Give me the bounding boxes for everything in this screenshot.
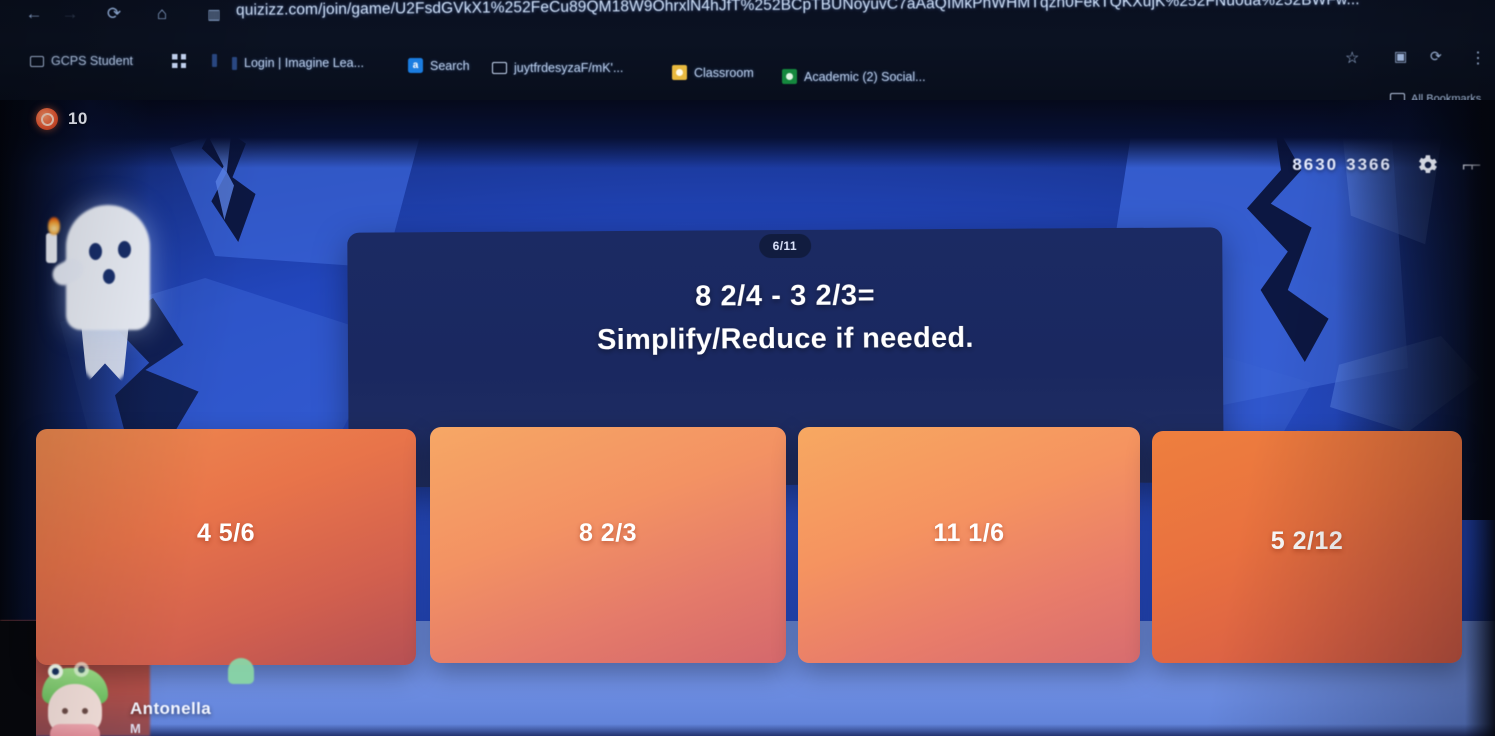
forward-icon[interactable]: → xyxy=(58,3,82,25)
address-bar-url[interactable]: quizizz.com/join/game/U2FsdGVkX1%252FeCu… xyxy=(236,0,1360,20)
answer-label: 4 5/6 xyxy=(196,518,256,547)
mini-ghost-icon xyxy=(228,658,254,684)
navigation-toolbar: ← → ⟳ ⌂ ▥ quizizz.com/join/game/U2FsdGVk… xyxy=(0,0,1495,34)
blue-square-icon xyxy=(232,56,237,70)
answer-label: 8 2/3 xyxy=(578,518,638,547)
player-name: Antonella xyxy=(130,699,212,718)
answer-label: 5 2/12 xyxy=(1270,526,1344,555)
reload-icon[interactable]: ⟳ xyxy=(102,3,126,25)
score-primary: 8630 xyxy=(1292,155,1339,174)
answer-option-2[interactable]: 8 2/3 xyxy=(430,427,786,663)
bookmark-label: GCPS Student xyxy=(51,54,133,68)
search-app-icon: a xyxy=(408,58,423,73)
bar-icon xyxy=(212,54,217,67)
streak-indicator: 10 xyxy=(36,108,88,130)
all-bookmarks-label: All Bookmarks xyxy=(1411,93,1482,100)
answer-option-4[interactable]: 5 2/12 xyxy=(1152,431,1462,663)
bookmark-login-imagine[interactable]: Login | Imagine Lea... xyxy=(232,56,364,70)
bookmark-label: Login | Imagine Lea... xyxy=(244,56,364,70)
player-meta: Antonella M xyxy=(130,699,211,736)
question-line-1: 8 2/4 - 3 2/3= xyxy=(694,279,876,313)
folder-plus-icon xyxy=(30,55,44,67)
ghost-with-candle-icon xyxy=(46,195,158,385)
fullscreen-icon[interactable]: ⌐⌐ xyxy=(1462,155,1481,176)
gear-icon[interactable] xyxy=(1414,152,1440,178)
classroom-icon xyxy=(672,65,687,80)
browser-menu-icon[interactable]: ⋮ xyxy=(1470,48,1486,68)
streak-count: 10 xyxy=(68,109,88,128)
all-bookmarks-button[interactable]: All Bookmarks xyxy=(1390,93,1481,100)
bookmark-divider-item[interactable] xyxy=(212,54,224,67)
bookmark-apps-grid[interactable] xyxy=(172,54,193,68)
answer-option-3[interactable]: 11 1/6 xyxy=(798,427,1140,663)
bookmark-search[interactable]: a Search xyxy=(408,58,470,73)
player-sub: M xyxy=(130,721,141,736)
bookmark-label: Classroom xyxy=(694,65,754,80)
bookmarks-bar: GCPS Student Login | Imagine Lea... a Se… xyxy=(0,44,1495,84)
browser-chrome: Start Playing - Quizizz ✕ + ← → ⟳ ⌂ ▥ qu… xyxy=(0,0,1495,100)
home-icon[interactable]: ⌂ xyxy=(150,3,174,25)
avatar xyxy=(36,662,114,736)
drive-icon xyxy=(782,69,797,84)
bookmark-classroom[interactable]: Classroom xyxy=(672,65,754,80)
flame-streak-icon xyxy=(36,108,58,130)
folder-icon xyxy=(492,62,507,74)
answer-options: 4 5/6 8 2/3 11 1/6 5 2/12 xyxy=(0,425,1495,670)
bookmark-label: Search xyxy=(430,58,470,73)
back-icon[interactable]: ← xyxy=(22,3,46,25)
extensions-puzzle-icon[interactable]: ▣ xyxy=(1394,48,1407,65)
question-text: 8 2/4 - 3 2/3= Simplify/Reduce if needed… xyxy=(348,277,1223,358)
bookmark-academic-social[interactable]: Academic (2) Social... xyxy=(782,69,926,84)
bottom-band-shadow xyxy=(0,724,1495,736)
bookmark-label: juytfrdesyzaF/mK'... xyxy=(514,61,624,75)
bookmark-label: Academic (2) Social... xyxy=(804,69,926,84)
answer-option-1[interactable]: 4 5/6 xyxy=(36,429,416,665)
question-progress-badge: 6/11 xyxy=(758,233,812,259)
player-info: Antonella M xyxy=(36,662,211,736)
folder-icon xyxy=(1390,93,1405,100)
question-line-2: Simplify/Reduce if needed. xyxy=(596,321,974,357)
history-icon[interactable]: ⟳ xyxy=(1430,48,1442,65)
quizizz-game-stage: 10 8630 3366 ⌐⌐ 6/11 8 2/4 - 3 2/3= Simp… xyxy=(0,100,1495,736)
score-secondary: 3366 xyxy=(1346,155,1392,174)
bookmark-juytfrdesyzaf[interactable]: juytfrdesyzaF/mK'... xyxy=(492,61,623,75)
answer-label: 11 1/6 xyxy=(933,518,1005,547)
apps-grid-icon xyxy=(172,54,186,68)
bookmark-star-icon[interactable]: ☆ xyxy=(1345,48,1359,68)
bookmark-gcps-student[interactable]: GCPS Student xyxy=(30,54,133,68)
extension-icon[interactable]: ▥ xyxy=(202,3,226,25)
game-hud-right: 8630 3366 ⌐⌐ xyxy=(1292,152,1481,178)
